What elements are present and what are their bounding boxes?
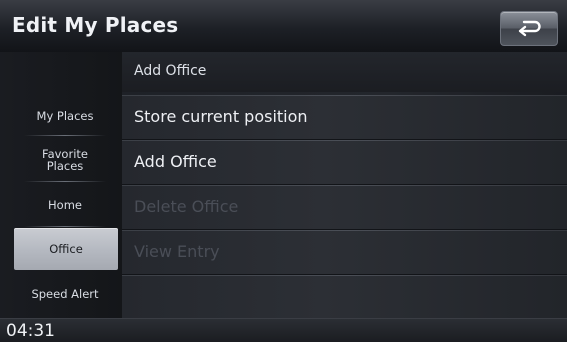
list-header-label: Add Office: [134, 63, 207, 79]
return-arrow-icon: [518, 20, 541, 37]
sidebar-item-label: Office: [49, 242, 83, 256]
list-header: Add Office: [122, 52, 567, 92]
sidebar: My Places Favorite Places Home Office Sp…: [0, 52, 122, 318]
empty-list-row: [122, 275, 567, 320]
list-item-label: Add Office: [134, 152, 217, 171]
sidebar-item-home[interactable]: Home: [12, 183, 118, 227]
store-current-position-button[interactable]: Store current position: [122, 95, 567, 140]
sidebar-item-speed-alert[interactable]: Speed Alert: [12, 273, 118, 315]
add-office-button[interactable]: Add Office: [122, 140, 567, 185]
view-entry-button: View Entry: [122, 230, 567, 275]
edit-my-places-screen: Edit My Places My Places Favorite Places…: [0, 0, 567, 342]
sidebar-item-office[interactable]: Office: [14, 228, 118, 270]
sidebar-item-label: Favorite Places: [42, 146, 88, 173]
list-item-label: View Entry: [134, 242, 220, 261]
status-bar: 04:31: [0, 318, 567, 342]
list-item-label: Store current position: [134, 107, 308, 126]
clock: 04:31: [6, 321, 55, 341]
sidebar-item-my-places[interactable]: My Places: [12, 96, 118, 136]
page-title: Edit My Places: [12, 13, 179, 37]
sidebar-item-label: My Places: [36, 109, 94, 123]
delete-office-button: Delete Office: [122, 185, 567, 230]
sidebar-item-favorite-places[interactable]: Favorite Places: [12, 137, 118, 182]
sidebar-item-label: Home: [48, 198, 82, 212]
list-item-label: Delete Office: [134, 197, 239, 216]
back-button[interactable]: [500, 11, 558, 46]
content-list: Add Office Store current position Add Of…: [122, 52, 567, 320]
title-bar: Edit My Places: [0, 0, 567, 53]
sidebar-item-label: Speed Alert: [31, 287, 99, 301]
